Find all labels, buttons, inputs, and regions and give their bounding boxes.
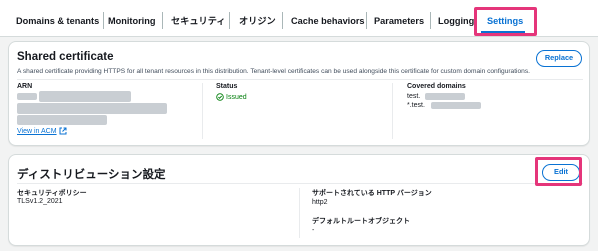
tab-monitoring[interactable]: Monitoring <box>108 14 155 28</box>
tab-cache-behaviors[interactable]: Cache behaviors <box>291 14 365 28</box>
shared-certificate-panel: Shared certificate Replace A shared cert… <box>8 41 590 146</box>
redacted-domain <box>425 93 465 100</box>
check-circle-icon <box>216 93 224 101</box>
redacted-domain <box>431 102 481 109</box>
panel-divider <box>17 79 583 80</box>
tab-divider <box>162 12 163 29</box>
tab-divider <box>229 12 230 29</box>
distribution-settings-panel: ディストリビューション設定 Edit セキュリティポリシー TLSv1.2_20… <box>8 154 590 246</box>
panel-title: Shared certificate <box>17 51 114 63</box>
tab-security[interactable]: セキュリティ <box>171 14 226 28</box>
tab-divider <box>103 12 104 29</box>
http-version-value: http2 <box>312 199 328 206</box>
settings-tab-highlight <box>474 7 537 36</box>
http-version-label: サポートされている HTTP バージョン <box>312 190 432 197</box>
redacted-arn <box>17 103 167 114</box>
tab-divider <box>366 12 367 29</box>
tab-parameters[interactable]: Parameters <box>374 14 424 28</box>
security-policy-label: セキュリティポリシー <box>17 190 87 197</box>
security-policy-value: TLSv1.2_2021 <box>17 198 63 205</box>
tab-logging[interactable]: Logging <box>438 14 474 28</box>
panel-title: ディストリビューション設定 <box>17 169 166 181</box>
default-root-object-label: デフォルトルートオブジェクト <box>312 218 410 225</box>
status-value: Issued <box>226 93 247 101</box>
tab-domains-tenants[interactable]: Domains & tenants <box>16 14 99 28</box>
tab-divider <box>430 12 431 29</box>
tab-divider <box>282 12 283 29</box>
status-label: Status <box>216 83 238 90</box>
replace-button[interactable]: Replace <box>536 50 582 67</box>
panel-divider <box>17 183 583 184</box>
column-divider <box>202 83 203 139</box>
default-root-object-value: - <box>312 227 315 234</box>
column-divider <box>392 83 393 139</box>
edit-button-highlight <box>535 157 582 186</box>
covered-domains-label: Covered domains <box>407 83 466 90</box>
view-in-acm-label: View in ACM <box>17 127 57 135</box>
redacted-arn <box>17 115 107 125</box>
arn-label: ARN <box>17 83 33 90</box>
certificate-description: A shared certificate providing HTTPS for… <box>17 68 530 75</box>
covered-domain-item: test. <box>407 93 421 100</box>
redacted-arn <box>17 93 37 100</box>
column-divider <box>299 188 300 238</box>
status-badge: Issued <box>216 93 247 101</box>
view-in-acm-link[interactable]: View in ACM <box>17 127 67 135</box>
tab-origins[interactable]: オリジン <box>239 14 276 28</box>
covered-domain-item: *.test. <box>407 102 425 109</box>
external-link-icon <box>59 127 67 135</box>
redacted-arn <box>39 91 131 102</box>
